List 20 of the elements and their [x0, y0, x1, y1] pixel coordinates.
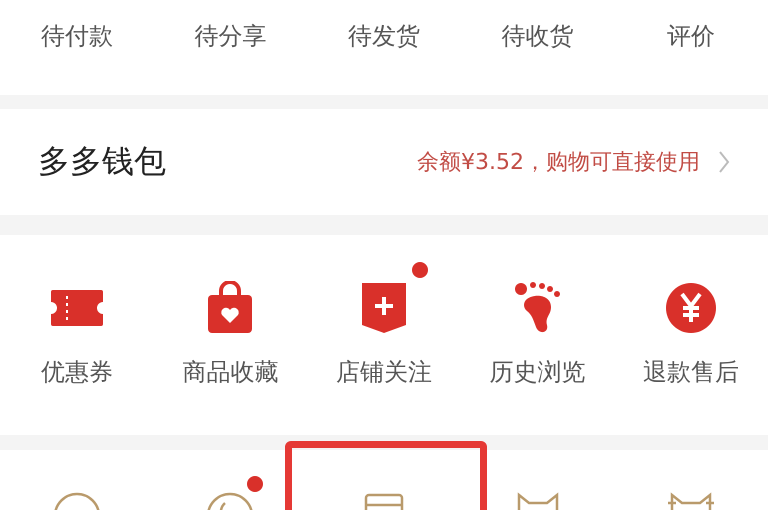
shortcut-button[interactable]: 历史浏览	[460, 260, 614, 388]
order-tab[interactable]: 待分享	[194, 20, 266, 52]
shortcut-button[interactable]: 店铺关注	[307, 260, 461, 388]
wallet-title: 多多钱包	[38, 141, 167, 182]
footprint-icon	[512, 281, 563, 335]
notification-dot	[412, 262, 428, 278]
chevron-right-icon	[718, 150, 730, 174]
shield-plus-icon	[360, 281, 408, 335]
order-tab[interactable]: 待付款	[40, 20, 113, 52]
shortcut-button[interactable]: 商品收藏	[154, 260, 308, 388]
yen-coin-icon	[665, 282, 718, 334]
shopping-bag-icon	[206, 281, 254, 335]
notification-dot	[247, 476, 264, 492]
shortcut-button[interactable]: 优惠券	[0, 260, 154, 388]
shortcut-button[interactable]: 退款售后	[614, 260, 768, 388]
order-tab[interactable]: 待收货	[502, 20, 574, 52]
wallet-balance-link[interactable]: 余额¥3.52，购物可直接使用	[417, 147, 730, 177]
order-tab[interactable]: 待发货	[348, 20, 420, 52]
ticket-icon	[48, 288, 105, 328]
order-tab[interactable]: 评价	[667, 20, 716, 52]
